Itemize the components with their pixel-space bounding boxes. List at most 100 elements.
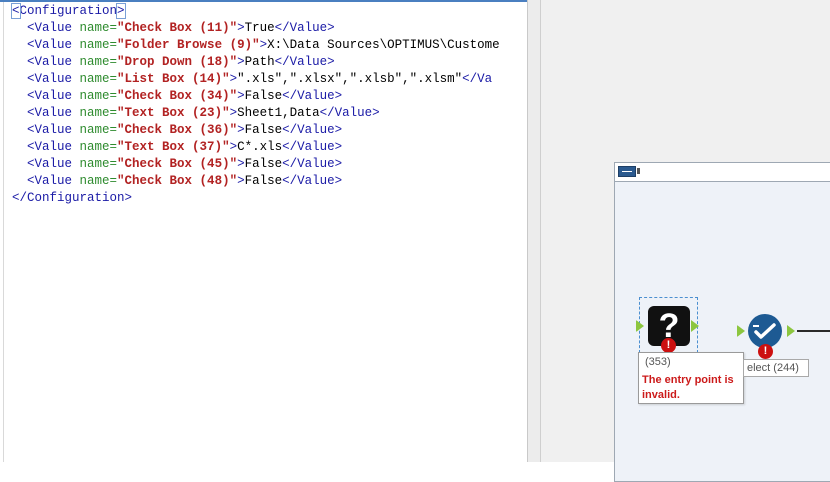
xml-token-tag: <Value <box>27 55 80 69</box>
xml-token-txt: Path <box>244 55 275 69</box>
error-icon: ! <box>661 338 676 353</box>
pane-splitter[interactable] <box>527 0 541 462</box>
xml-token-txt: False <box>244 174 283 188</box>
xml-token-txt: ".xls",".xlsx",".xlsb",".xlsm" <box>237 72 463 86</box>
xml-token-txt <box>12 72 27 86</box>
xml-token-str: "Drop Down (18)" <box>117 55 238 69</box>
xml-token-tag: > <box>229 140 238 154</box>
xml-token-str: "Folder Browse (9)" <box>117 38 260 52</box>
connection-line <box>797 330 830 332</box>
xml-token-tag: <Value <box>27 123 80 137</box>
xml-token-tag: </Configuration> <box>12 191 133 205</box>
xml-token-txt <box>12 21 27 35</box>
xml-token-tag: <Value <box>27 89 80 103</box>
xml-token-tag: </Value> <box>282 140 343 154</box>
xml-token-attr: name= <box>79 38 118 52</box>
editor-gutter <box>3 2 4 462</box>
xml-token-tag: <Value <box>27 106 80 120</box>
xml-line[interactable]: <Configuration> <box>11 3 126 20</box>
tooltip-tool-id: (353) <box>645 356 671 368</box>
tooltip-error-message: The entry point is invalid. <box>642 374 734 401</box>
tool-353-error-tooltip: (353) The entry point is invalid. <box>638 352 744 404</box>
xml-token-tag: > <box>237 21 245 35</box>
xml-token-str: "Check Box (45)" <box>117 157 238 171</box>
xml-token-tag: > <box>259 38 268 52</box>
xml-line[interactable]: <Value name="List Box (14)">".xls",".xls… <box>12 71 492 88</box>
xml-token-tag: </Value> <box>282 157 343 171</box>
xml-line[interactable]: <Value name="Drop Down (18)">Path</Value… <box>12 54 335 71</box>
xml-token-attr: name= <box>79 106 118 120</box>
xml-token-attr: name= <box>79 174 118 188</box>
xml-token-tag: > <box>237 123 245 137</box>
xml-line[interactable]: <Value name="Check Box (11)">True</Value… <box>12 20 335 37</box>
editor-top-border <box>0 0 527 2</box>
xml-token-txt <box>12 157 27 171</box>
xml-token-txt: False <box>244 123 283 137</box>
xml-token-str: "Check Box (36)" <box>117 123 238 137</box>
xml-token-tag: <Value <box>27 174 80 188</box>
xml-token-txt: False <box>244 157 283 171</box>
xml-token-txt: Sheet1,Data <box>237 106 320 120</box>
container-collapse-icon[interactable] <box>618 166 636 177</box>
xml-token-str: "Text Box (23)" <box>117 106 230 120</box>
xml-token-str: "Check Box (11)" <box>117 21 238 35</box>
xml-token-txt <box>12 123 27 137</box>
xml-token-txt: True <box>244 21 275 35</box>
xml-token-tag: </Value> <box>282 89 343 103</box>
xml-token-txt: X:\Data Sources\OPTIMUS\Custome <box>267 38 500 52</box>
xml-token-tag: </Value> <box>282 174 343 188</box>
xml-token-str: "List Box (14)" <box>117 72 230 86</box>
tool-244-label: elect (244) <box>743 359 809 377</box>
xml-line[interactable]: <Value name="Check Box (45)">False</Valu… <box>12 156 342 173</box>
xml-line[interactable]: <Value name="Check Box (34)">False</Valu… <box>12 88 342 105</box>
xml-token-txt <box>12 89 27 103</box>
xml-token-tag: > <box>237 89 245 103</box>
select-check-icon[interactable] <box>748 314 782 348</box>
xml-token-tag: <Value <box>27 140 80 154</box>
xml-line[interactable]: <Value name="Folder Browse (9)">X:\Data … <box>12 37 500 54</box>
xml-line[interactable]: <Value name="Check Box (48)">False</Valu… <box>12 173 342 190</box>
xml-token-tag: </Va <box>462 72 493 86</box>
xml-token-attr: name= <box>79 140 118 154</box>
xml-token-tag: <Value <box>27 38 80 52</box>
xml-token-txt <box>12 55 27 69</box>
xml-token-str: "Text Box (37)" <box>117 140 230 154</box>
xml-token-tag: <Value <box>27 157 80 171</box>
xml-token-tag-box: < <box>11 3 21 19</box>
xml-token-attr: name= <box>79 72 118 86</box>
xml-token-tag: </Value> <box>274 21 335 35</box>
xml-token-txt: False <box>244 89 283 103</box>
xml-line[interactable]: <Value name="Text Box (37)">C*.xls</Valu… <box>12 139 342 156</box>
xml-token-tag: > <box>229 106 238 120</box>
xml-token-tag: > <box>237 55 245 69</box>
xml-token-txt <box>12 140 27 154</box>
xml-token-tag: > <box>229 72 238 86</box>
xml-token-tag: > <box>237 157 245 171</box>
xml-token-tag: <Value <box>27 72 80 86</box>
xml-configuration-editor[interactable]: <Configuration> <Value name="Check Box (… <box>0 0 527 462</box>
xml-line[interactable]: <Value name="Text Box (23)">Sheet1,Data<… <box>12 105 380 122</box>
xml-token-txt <box>12 174 27 188</box>
tool-container-header[interactable] <box>615 163 830 182</box>
error-icon: ! <box>758 344 773 359</box>
xml-token-attr: name= <box>79 89 118 103</box>
xml-line[interactable]: <Value name="Check Box (36)">False</Valu… <box>12 122 342 139</box>
xml-token-tag: <Value <box>27 21 80 35</box>
xml-token-txt <box>12 38 27 52</box>
xml-token-str: "Check Box (48)" <box>117 174 238 188</box>
xml-token-attr: name= <box>79 157 118 171</box>
xml-token-str: "Check Box (34)" <box>117 89 238 103</box>
xml-token-tag: > <box>237 174 245 188</box>
xml-token-tag: Configuration <box>19 4 118 18</box>
xml-token-tag: </Value> <box>282 123 343 137</box>
xml-token-txt <box>12 106 27 120</box>
xml-token-attr: name= <box>79 55 118 69</box>
container-grip-icon <box>637 168 640 174</box>
xml-line[interactable]: </Configuration> <box>12 190 132 207</box>
xml-token-tag: </Value> <box>319 106 380 120</box>
xml-token-tag-box: > <box>116 3 126 19</box>
xml-token-txt: C*.xls <box>237 140 283 154</box>
xml-token-attr: name= <box>79 123 118 137</box>
xml-token-attr: name= <box>79 21 118 35</box>
xml-token-tag: </Value> <box>274 55 335 69</box>
